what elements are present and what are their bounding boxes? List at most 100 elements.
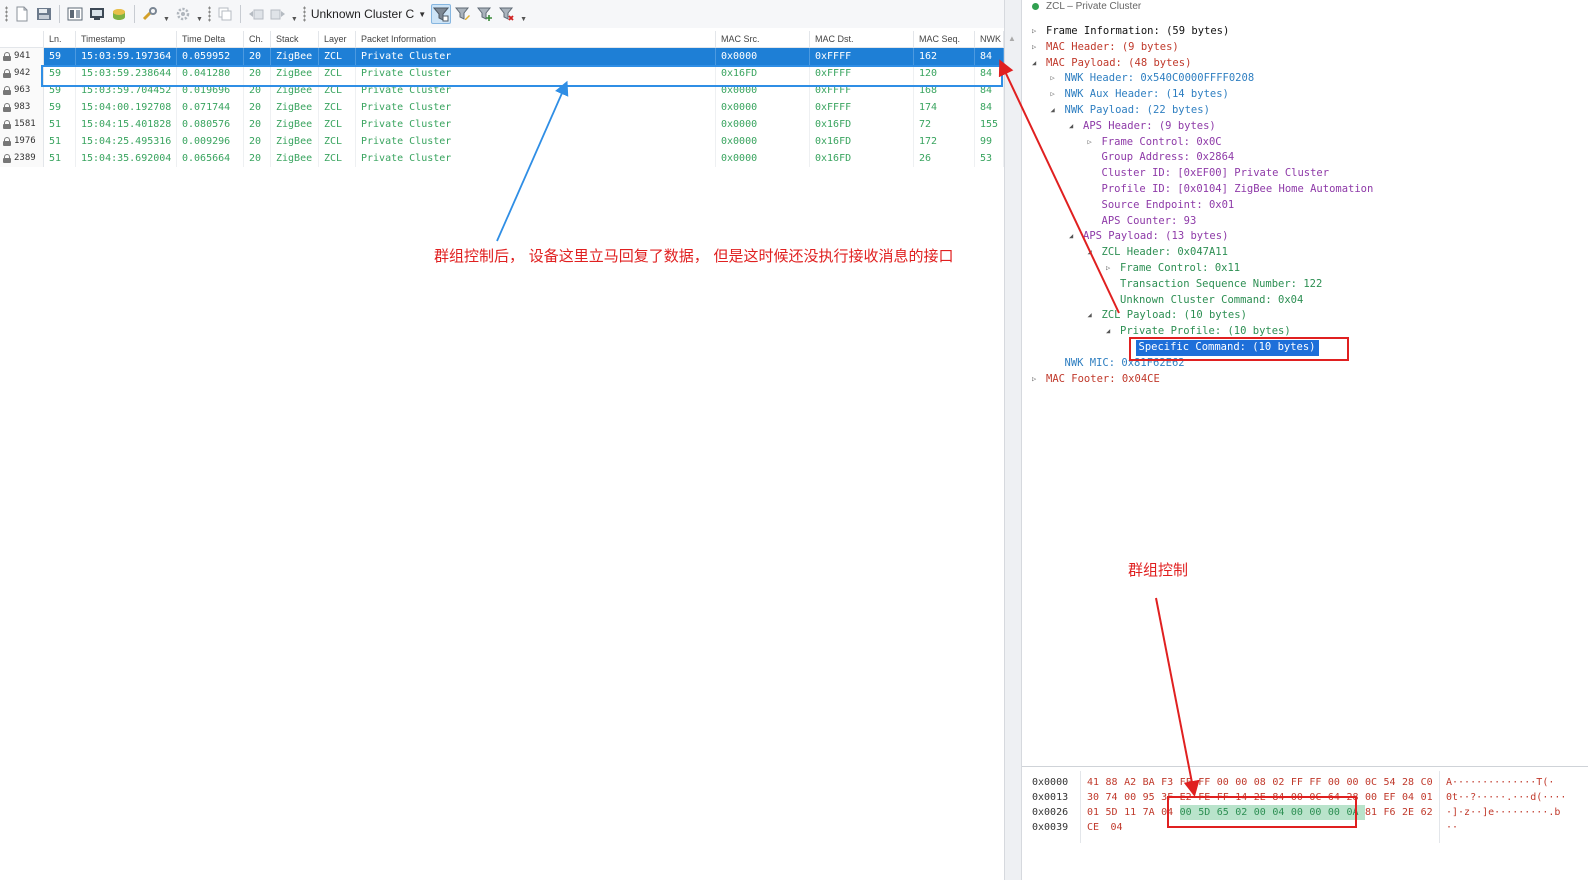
hex-byte[interactable]: 3F: [1161, 790, 1180, 805]
hex-byte[interactable]: 00: [1179, 805, 1199, 820]
tree-node[interactable]: ◢ MAC Payload: (48 bytes): [1022, 56, 1588, 72]
hex-byte[interactable]: 04: [1161, 805, 1180, 820]
chevron-down-icon[interactable]: ▼: [291, 16, 298, 23]
collapse-arrow-icon[interactable]: ◢: [1032, 56, 1043, 72]
tree-node[interactable]: ◢ Private Profile: (10 bytes): [1022, 324, 1588, 340]
hex-byte[interactable]: BA: [1143, 775, 1162, 790]
hex-byte[interactable]: 04: [1272, 805, 1291, 820]
clear-filter-button[interactable]: [497, 4, 517, 24]
hex-byte[interactable]: F6: [1384, 805, 1403, 820]
tree-node[interactable]: NWK MIC: 0x81F62E62: [1022, 356, 1588, 372]
tree-node[interactable]: ▷ Frame Control: 0x0C: [1022, 135, 1588, 151]
toolbar-grip[interactable]: [302, 6, 306, 22]
back-button[interactable]: [246, 4, 266, 24]
hex-byte[interactable]: FF: [1309, 775, 1328, 790]
hex-byte[interactable]: E2: [1180, 790, 1199, 805]
forward-button[interactable]: [268, 4, 288, 24]
column-header-ln[interactable]: Ln.: [44, 31, 76, 47]
hex-byte[interactable]: 00: [1235, 775, 1254, 790]
hex-byte[interactable]: 0C: [1309, 790, 1328, 805]
column-header-nwk[interactable]: NWK: [975, 31, 1004, 47]
tree-node[interactable]: ▷ NWK Aux Header: (14 bytes): [1022, 87, 1588, 103]
hex-byte[interactable]: 64: [1328, 790, 1347, 805]
hex-byte[interactable]: 0C: [1365, 775, 1384, 790]
collapse-arrow-icon[interactable]: ◢: [1088, 245, 1099, 261]
hex-byte[interactable]: 0A: [1346, 805, 1365, 820]
collapse-arrow-icon[interactable]: ◢: [1069, 229, 1080, 245]
database-button[interactable]: [109, 4, 129, 24]
tree-node[interactable]: ◢ APS Payload: (13 bytes): [1022, 229, 1588, 245]
hex-byte[interactable]: 04: [1402, 790, 1421, 805]
hex-byte[interactable]: CE: [1087, 820, 1111, 835]
hex-byte[interactable]: 14: [1235, 790, 1254, 805]
hex-byte[interactable]: 02: [1235, 805, 1254, 820]
toolbar-grip[interactable]: [207, 6, 211, 22]
tree-node[interactable]: ▷ Frame Control: 0x11: [1022, 261, 1588, 277]
column-header-num[interactable]: [0, 31, 44, 47]
hex-byte[interactable]: F3: [1161, 775, 1180, 790]
tree-node[interactable]: Group Address: 0x2864: [1022, 150, 1588, 166]
tree-node[interactable]: ◢ ZCL Header: 0x047A11: [1022, 245, 1588, 261]
columns-button[interactable]: [65, 4, 85, 24]
tools-button[interactable]: [140, 4, 160, 24]
hex-byte[interactable]: 2E: [1254, 790, 1273, 805]
hex-byte[interactable]: 02: [1272, 775, 1291, 790]
hex-byte[interactable]: 00: [1328, 775, 1347, 790]
collapse-arrow-icon[interactable]: ◢: [1088, 308, 1099, 324]
column-header-dst[interactable]: MAC Dst.: [810, 31, 914, 47]
toolbar-grip[interactable]: [5, 6, 8, 22]
column-header-layer[interactable]: Layer: [319, 31, 356, 47]
add-filter-button[interactable]: [475, 4, 495, 24]
save-button[interactable]: [34, 4, 54, 24]
hex-byte[interactable]: 88: [1106, 775, 1125, 790]
tree-node[interactable]: ▷ NWK Header: 0x540C0000FFFF0208: [1022, 71, 1588, 87]
copy-button[interactable]: [215, 4, 235, 24]
tree-node[interactable]: Transaction Sequence Number: 122: [1022, 277, 1588, 293]
expand-arrow-icon[interactable]: ▷: [1106, 261, 1117, 277]
expand-arrow-icon[interactable]: ▷: [1032, 40, 1043, 56]
monitor-button[interactable]: [87, 4, 107, 24]
column-header-stack[interactable]: Stack: [271, 31, 319, 47]
tree-node[interactable]: ▷ MAC Header: (9 bytes): [1022, 40, 1588, 56]
table-row[interactable]: 942 59 15:03:59.238644 0.041280 20 ZigBee ZCL P…: [0, 65, 1004, 82]
hex-byte[interactable]: C0: [1421, 775, 1440, 790]
tree-node[interactable]: ▷ Frame Information: (59 bytes): [1022, 24, 1588, 40]
hex-byte[interactable]: 00: [1290, 805, 1310, 820]
hex-byte[interactable]: 5D: [1106, 805, 1125, 820]
filter-dropdown[interactable]: Unknown Cluster C ▼: [311, 7, 426, 21]
hex-byte[interactable]: 01: [1421, 790, 1440, 805]
hex-byte[interactable]: 62: [1421, 805, 1440, 820]
hex-byte[interactable]: 81: [1365, 805, 1384, 820]
hex-byte[interactable]: 01: [1087, 805, 1106, 820]
hex-byte[interactable]: 54: [1384, 775, 1403, 790]
hex-byte[interactable]: FF: [1291, 775, 1310, 790]
tree-node[interactable]: Cluster ID: [0xEF00] Private Cluster: [1022, 166, 1588, 182]
hex-byte[interactable]: 74: [1106, 790, 1125, 805]
hex-byte[interactable]: FF: [1217, 790, 1236, 805]
hex-byte[interactable]: 00: [1124, 790, 1143, 805]
hex-byte[interactable]: 08: [1254, 775, 1273, 790]
hex-byte[interactable]: 84: [1272, 790, 1291, 805]
new-document-button[interactable]: [12, 4, 32, 24]
hex-byte[interactable]: 00: [1217, 775, 1236, 790]
hex-byte[interactable]: 00: [1327, 805, 1347, 820]
chevron-down-icon[interactable]: ▼: [163, 16, 170, 23]
column-header-ts[interactable]: Timestamp: [76, 31, 177, 47]
table-row[interactable]: 963 59 15:03:59.704452 0.019696 20 ZigBee ZCL P…: [0, 82, 1004, 99]
tree-node[interactable]: ◢ NWK Payload: (22 bytes): [1022, 103, 1588, 119]
collapse-arrow-icon[interactable]: ◢: [1106, 324, 1117, 340]
tree-node[interactable]: Specific Command: (10 bytes): [1022, 339, 1588, 356]
hex-byte[interactable]: 00: [1309, 805, 1328, 820]
hex-byte[interactable]: 00: [1365, 790, 1384, 805]
tree-node[interactable]: APS Counter: 93: [1022, 214, 1588, 230]
hex-byte[interactable]: 65: [1216, 805, 1236, 820]
hex-byte[interactable]: 00: [1291, 790, 1310, 805]
expand-arrow-icon[interactable]: ▷: [1032, 372, 1043, 388]
hex-byte[interactable]: FE: [1198, 790, 1217, 805]
scroll-up-arrow-icon[interactable]: ▲: [1006, 34, 1018, 44]
column-header-delta[interactable]: Time Delta: [177, 31, 244, 47]
chevron-down-icon[interactable]: ▼: [520, 16, 527, 23]
hex-byte[interactable]: EF: [1384, 790, 1403, 805]
collapse-arrow-icon[interactable]: ◢: [1051, 103, 1062, 119]
hex-byte[interactable]: 11: [1124, 805, 1143, 820]
